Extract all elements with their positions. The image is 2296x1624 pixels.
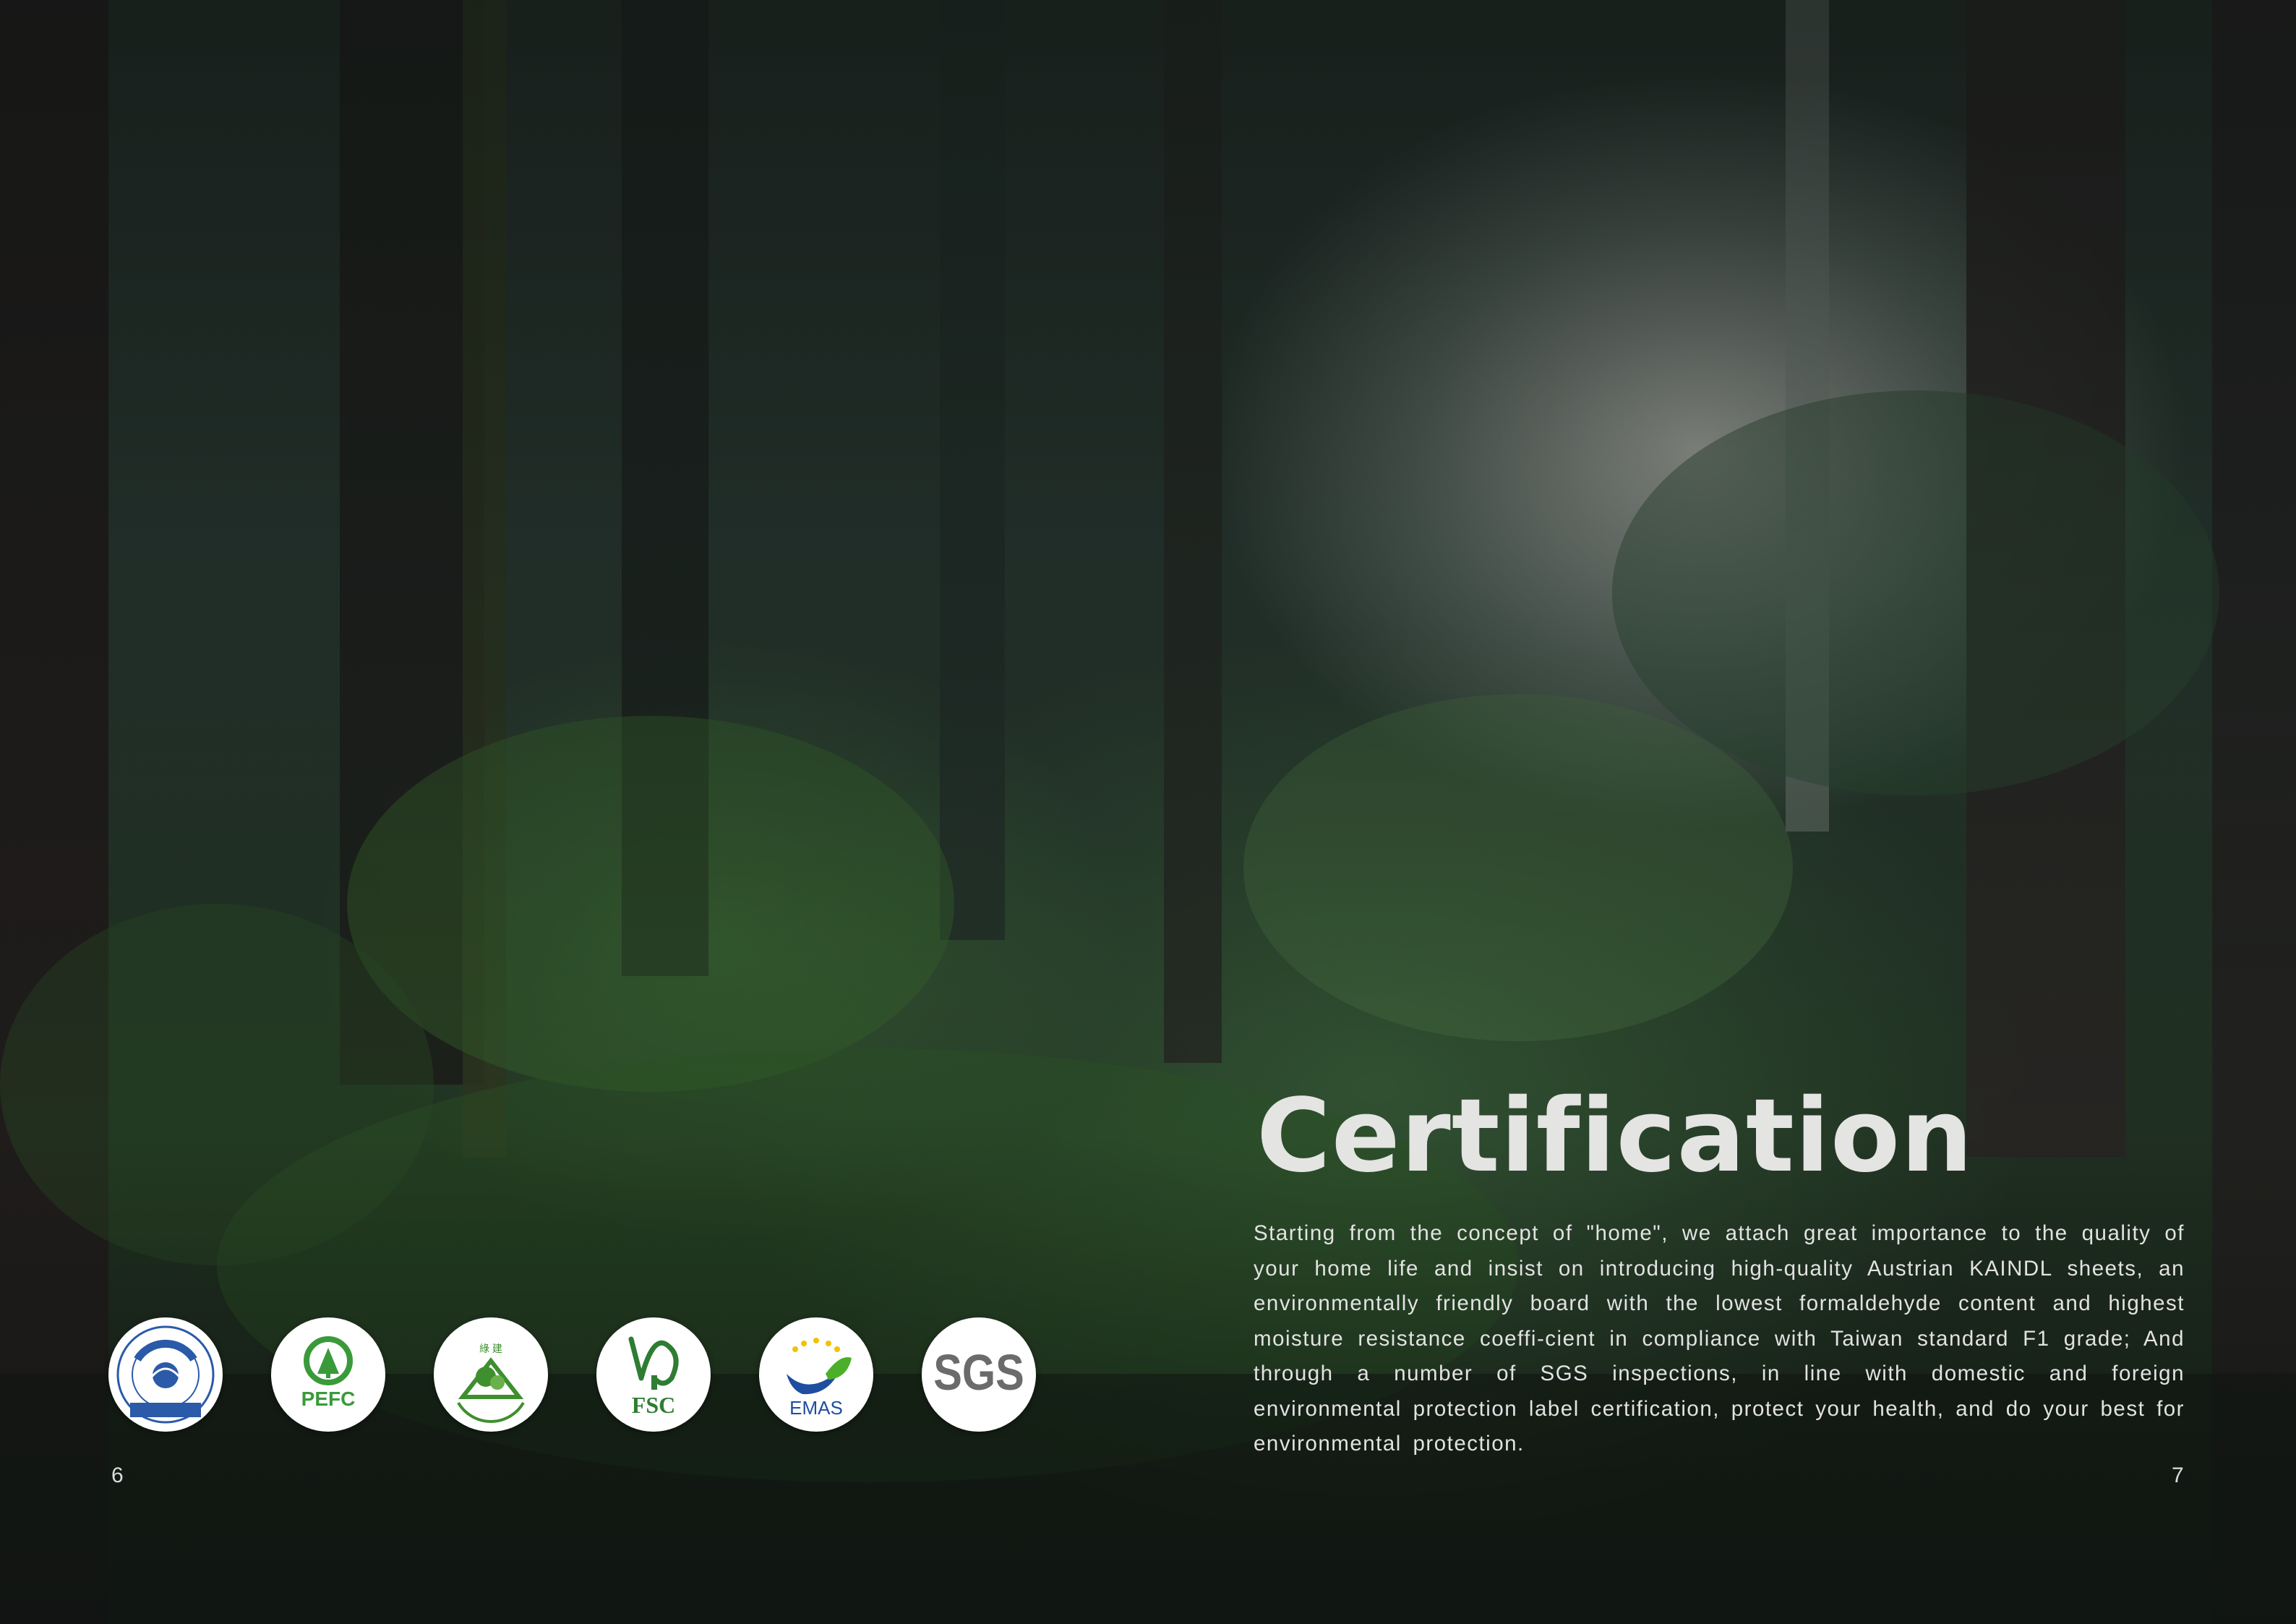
blue-angel-logo <box>108 1317 223 1432</box>
pefc-icon: PEFC <box>301 1336 356 1410</box>
sgs-logo: SGS <box>922 1317 1036 1432</box>
page-number-left: 6 <box>111 1463 124 1487</box>
svg-text:PEFC: PEFC <box>301 1388 356 1410</box>
green-building-icon: 綠 建 <box>457 1343 525 1423</box>
fsc-icon: FSC <box>628 1336 679 1418</box>
blue-angel-icon <box>116 1325 215 1424</box>
emas-icon: EMAS <box>787 1338 852 1419</box>
pefc-logo: PEFC <box>271 1317 385 1432</box>
certification-description: Starting from the concept of "home", we … <box>1254 1221 2185 1456</box>
svg-text:EMAS: EMAS <box>789 1397 843 1419</box>
emas-logo: EMAS <box>759 1317 873 1432</box>
green-building-logo: 綠 建 <box>434 1317 548 1432</box>
fsc-logo: FSC <box>596 1317 711 1432</box>
sgs-icon: SGS <box>933 1343 1024 1401</box>
page-title: Certification <box>1256 1077 1974 1195</box>
page-number-right: 7 <box>2172 1463 2184 1487</box>
svg-text:FSC: FSC <box>632 1392 675 1418</box>
svg-text:綠 建: 綠 建 <box>479 1343 502 1354</box>
svg-text:SGS: SGS <box>933 1343 1024 1401</box>
